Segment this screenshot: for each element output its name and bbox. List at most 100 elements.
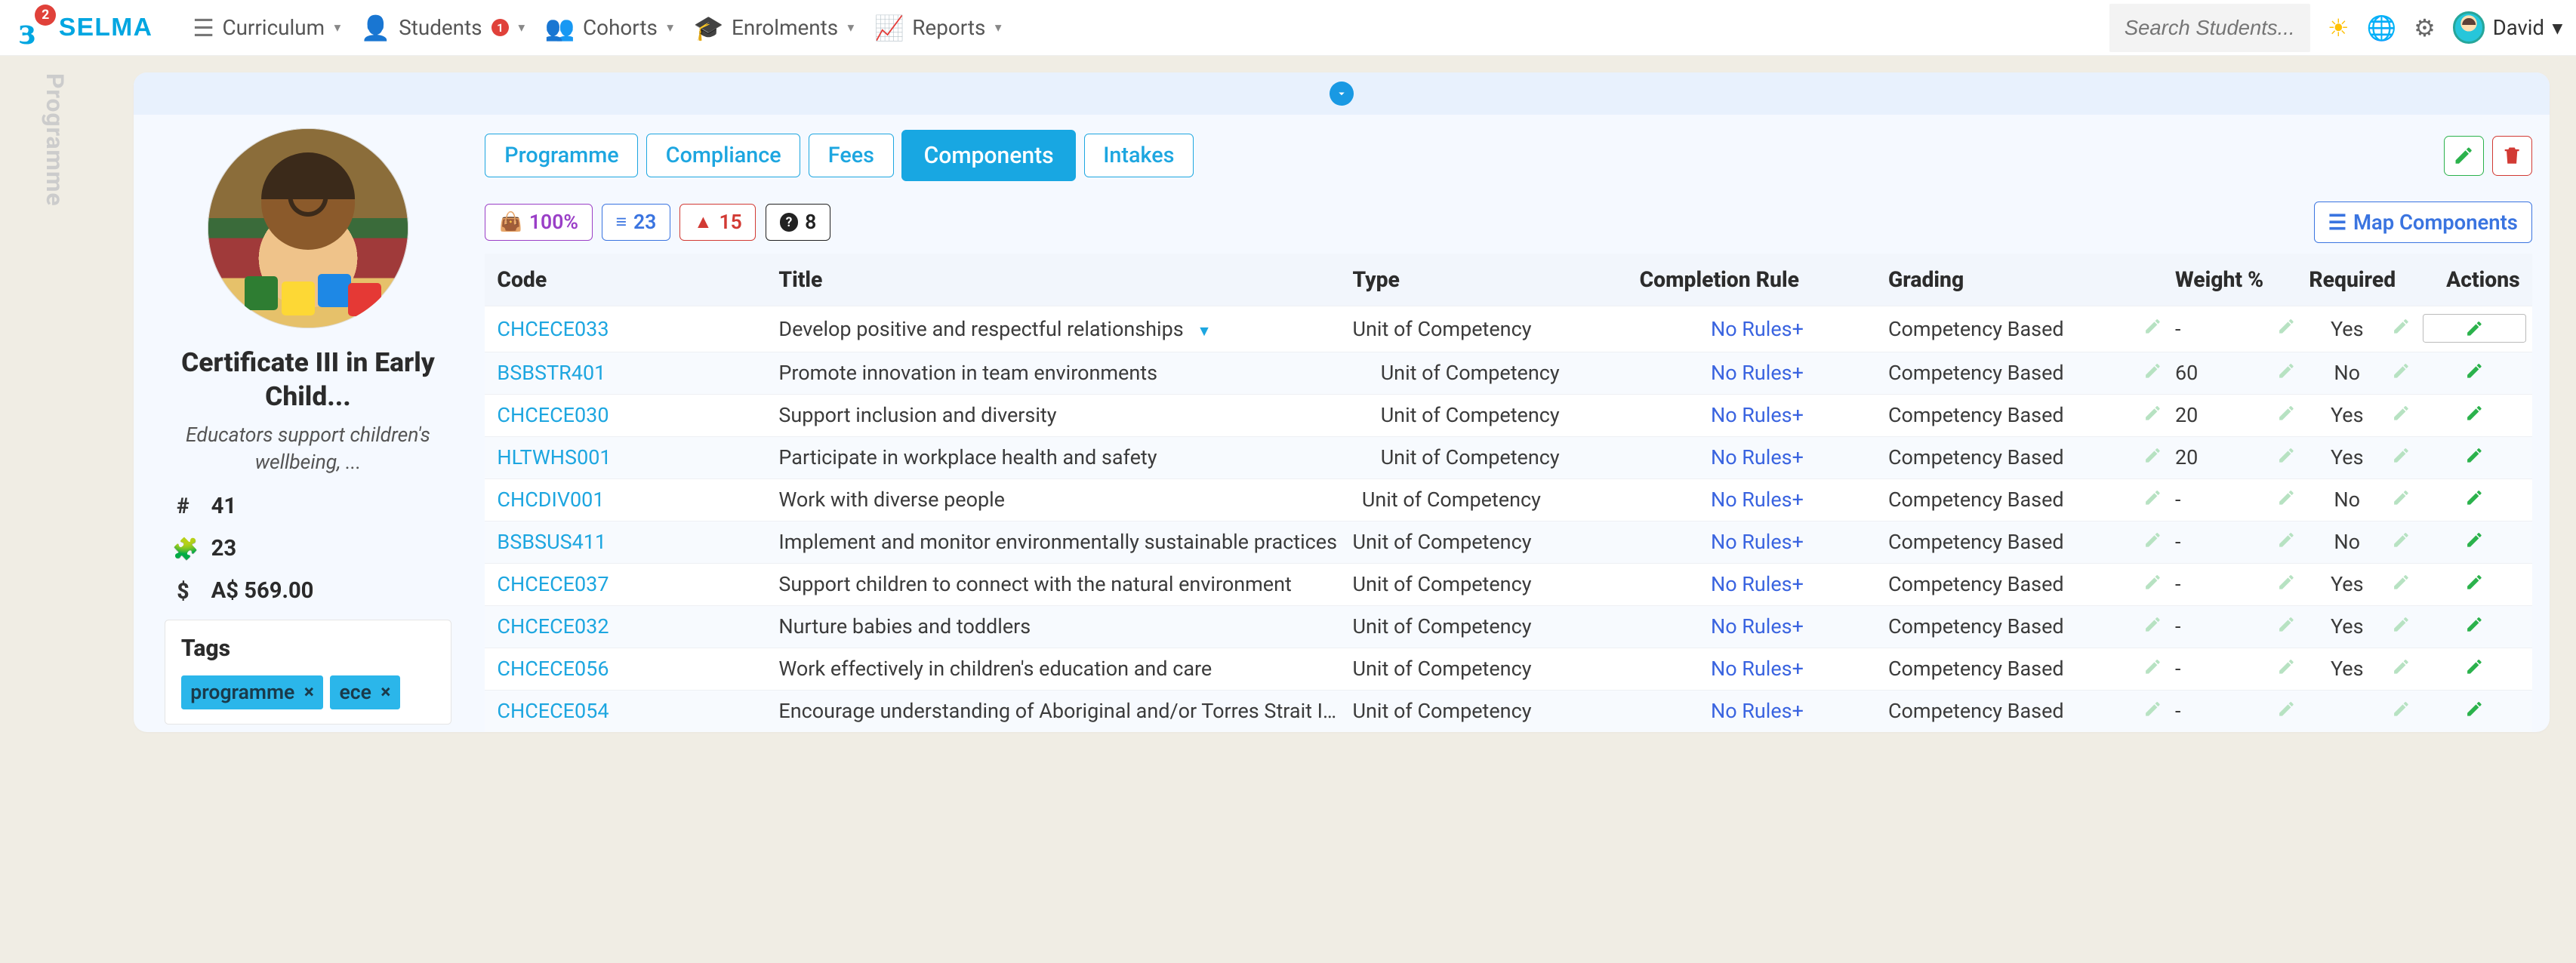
edit-required-icon[interactable] xyxy=(2392,361,2411,385)
edit-grading-icon[interactable] xyxy=(2143,572,2162,596)
tag[interactable]: ece× xyxy=(330,675,400,709)
completion-rule-link[interactable]: No Rules+ xyxy=(1711,530,1804,554)
edit-grading-icon[interactable] xyxy=(2143,403,2162,427)
edit-weight-icon[interactable] xyxy=(2277,488,2296,512)
sort-desc-icon[interactable]: ▼ xyxy=(1197,322,1211,340)
row-edit-button[interactable] xyxy=(2423,404,2525,423)
gear-icon[interactable]: ⚙ xyxy=(2414,14,2436,42)
edit-weight-icon[interactable] xyxy=(2277,317,2296,341)
edit-grading-icon[interactable] xyxy=(2143,657,2162,681)
tag[interactable]: programme× xyxy=(181,675,323,709)
row-edit-button[interactable] xyxy=(2423,657,2525,676)
edit-grading-icon[interactable] xyxy=(2143,488,2162,512)
nav-students[interactable]: 👤 Students 1 ▾ xyxy=(361,14,525,42)
tab-intakes[interactable]: Intakes xyxy=(1084,134,1194,177)
code-link[interactable]: CHCDIV001 xyxy=(497,488,604,512)
edit-weight-icon[interactable] xyxy=(2277,699,2296,723)
edit-weight-icon[interactable] xyxy=(2277,530,2296,554)
user-menu[interactable]: David ▾ xyxy=(2453,11,2563,43)
delete-button[interactable] xyxy=(2492,136,2532,176)
tag-remove-icon[interactable]: × xyxy=(381,681,390,703)
code-link[interactable]: CHCECE056 xyxy=(497,657,609,681)
globe-icon[interactable]: 🌐 xyxy=(2366,14,2396,42)
th-rule[interactable]: Completion Rule xyxy=(1633,254,1881,306)
code-link[interactable]: BSBSTR401 xyxy=(497,361,605,385)
theme-toggle-icon[interactable]: ☀ xyxy=(2328,14,2350,42)
edit-grading-icon[interactable] xyxy=(2143,614,2162,638)
completion-rule-link[interactable]: No Rules+ xyxy=(1711,657,1804,681)
th-actions[interactable]: Actions xyxy=(2417,254,2532,306)
row-edit-button[interactable] xyxy=(2423,531,2525,549)
edit-required-icon[interactable] xyxy=(2392,530,2411,554)
edit-weight-icon[interactable] xyxy=(2277,614,2296,638)
row-edit-button[interactable] xyxy=(2423,488,2525,507)
nav-cohorts[interactable]: 👥 Cohorts ▾ xyxy=(545,14,673,42)
code-link[interactable]: BSBSUS411 xyxy=(497,530,606,554)
table-row[interactable]: CHCDIV001 Work with diverse people Unit … xyxy=(485,478,2531,521)
row-edit-button[interactable] xyxy=(2423,700,2525,718)
edit-grading-icon[interactable] xyxy=(2143,361,2162,385)
table-row[interactable]: CHCECE056 Work effectively in children's… xyxy=(485,648,2531,690)
edit-grading-icon[interactable] xyxy=(2143,699,2162,723)
edit-required-icon[interactable] xyxy=(2392,445,2411,469)
chip-unknown[interactable]: ?8 xyxy=(766,204,830,241)
edit-weight-icon[interactable] xyxy=(2277,403,2296,427)
edit-required-icon[interactable] xyxy=(2392,614,2411,638)
edit-button[interactable] xyxy=(2444,136,2484,176)
completion-rule-link[interactable]: No Rules+ xyxy=(1711,403,1804,427)
tab-fees[interactable]: Fees xyxy=(809,134,894,177)
chip-units[interactable]: ≡23 xyxy=(602,204,670,241)
completion-rule-link[interactable]: No Rules+ xyxy=(1711,361,1804,385)
completion-rule-link[interactable]: No Rules+ xyxy=(1711,317,1804,341)
table-row[interactable]: BSBSTR401 Promote innovation in team env… xyxy=(485,352,2531,394)
search-input[interactable] xyxy=(2109,4,2310,52)
nav-curriculum[interactable]: ☰ Curriculum ▾ xyxy=(193,14,340,42)
code-link[interactable]: HLTWHS001 xyxy=(497,445,611,469)
edit-grading-icon[interactable] xyxy=(2143,317,2162,341)
edit-weight-icon[interactable] xyxy=(2277,657,2296,681)
row-edit-button[interactable] xyxy=(2423,615,2525,634)
completion-rule-link[interactable]: No Rules+ xyxy=(1711,445,1804,469)
table-row[interactable]: CHCECE030 Support inclusion and diversit… xyxy=(485,394,2531,436)
code-link[interactable]: CHCECE030 xyxy=(497,403,609,427)
code-link[interactable]: CHCECE033 xyxy=(497,317,609,341)
th-type[interactable]: Type xyxy=(1346,254,1633,306)
th-title[interactable]: Title xyxy=(772,254,1346,306)
code-link[interactable]: CHCECE037 xyxy=(497,572,609,596)
logo[interactable]: ε 2 SELMA xyxy=(19,12,153,43)
edit-weight-icon[interactable] xyxy=(2277,445,2296,469)
edit-grading-icon[interactable] xyxy=(2143,530,2162,554)
completion-rule-link[interactable]: No Rules+ xyxy=(1711,572,1804,596)
table-row[interactable]: CHCECE054 Encourage understanding of Abo… xyxy=(485,690,2531,732)
edit-required-icon[interactable] xyxy=(2392,572,2411,596)
table-row[interactable]: BSBSUS411 Implement and monitor environm… xyxy=(485,521,2531,563)
edit-required-icon[interactable] xyxy=(2392,657,2411,681)
tab-compliance[interactable]: Compliance xyxy=(646,134,800,177)
th-required[interactable]: Required xyxy=(2303,254,2417,306)
row-edit-button[interactable] xyxy=(2423,362,2525,380)
code-link[interactable]: CHCECE032 xyxy=(497,614,609,638)
th-code[interactable]: Code xyxy=(485,254,772,306)
expand-toggle[interactable] xyxy=(1330,82,1354,106)
completion-rule-link[interactable]: No Rules+ xyxy=(1711,488,1804,512)
table-row[interactable]: CHCECE032 Nurture babies and toddlers Un… xyxy=(485,605,2531,648)
table-row[interactable]: HLTWHS001 Participate in workplace healt… xyxy=(485,436,2531,478)
tab-programme[interactable]: Programme xyxy=(485,134,638,177)
completion-rule-link[interactable]: No Rules+ xyxy=(1711,699,1804,723)
edit-grading-icon[interactable] xyxy=(2143,445,2162,469)
table-row[interactable]: CHCECE037 Support children to connect wi… xyxy=(485,563,2531,605)
nav-enrolments[interactable]: 🎓 Enrolments ▾ xyxy=(694,14,855,42)
edit-required-icon[interactable] xyxy=(2392,699,2411,723)
edit-weight-icon[interactable] xyxy=(2277,361,2296,385)
table-row[interactable]: CHCECE033 Develop positive and respectfu… xyxy=(485,306,2531,352)
map-components-button[interactable]: ☰Map Components xyxy=(2314,202,2532,243)
nav-reports[interactable]: 📈 Reports ▾ xyxy=(874,14,1002,42)
edit-required-icon[interactable] xyxy=(2392,317,2411,341)
row-edit-button[interactable] xyxy=(2423,315,2525,341)
edit-required-icon[interactable] xyxy=(2392,403,2411,427)
th-grading[interactable]: Grading xyxy=(1881,254,2168,306)
chip-progress[interactable]: 👜100% xyxy=(485,204,592,241)
row-edit-button[interactable] xyxy=(2423,573,2525,592)
edit-weight-icon[interactable] xyxy=(2277,572,2296,596)
tab-components[interactable]: Components xyxy=(901,130,1076,182)
